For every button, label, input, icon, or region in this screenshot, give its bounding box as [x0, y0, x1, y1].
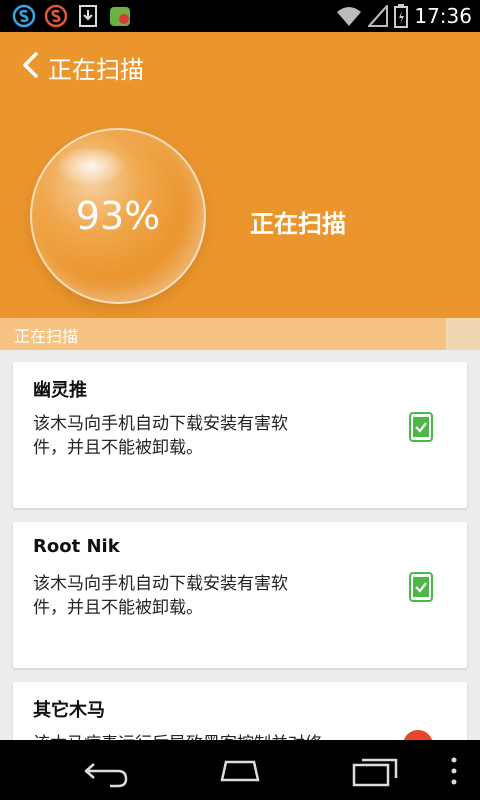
threat-card[interactable]: Root Nik 该木马向手机自动下载安装有害软 件，并且不能被卸载。	[13, 522, 467, 668]
progress-label: 正在扫描	[14, 327, 79, 346]
notification-icons	[12, 4, 132, 28]
s-app-icon	[12, 4, 36, 28]
desc-line: 该木马病毒运行后导致黑客控制并对修	[33, 732, 353, 740]
progress-percent: 93%	[75, 194, 161, 238]
threat-name: Root Nik	[33, 536, 120, 557]
threat-card[interactable]: 其它木马 该木马病毒运行后导致黑客控制并对修	[13, 682, 467, 740]
clock: 17:36	[414, 4, 472, 28]
back-icon[interactable]	[80, 754, 132, 788]
scan-progress-gauge: 93%	[30, 128, 206, 304]
threat-card[interactable]: 幽灵推 该木马向手机自动下载安装有害软 件，并且不能被卸载。	[13, 362, 467, 508]
threat-name: 其它木马	[33, 700, 105, 721]
wifi-icon	[337, 7, 362, 26]
page-title: 正在扫描	[48, 56, 144, 84]
safe-check-icon	[409, 572, 433, 602]
back-arrow-icon[interactable]	[18, 50, 44, 80]
threat-list[interactable]: 幽灵推 该木马向手机自动下载安装有害软 件，并且不能被卸载。 Root Nik …	[0, 350, 480, 740]
scan-progress-bar: 正在扫描	[0, 318, 480, 350]
desc-line: 该木马向手机自动下载安装有害软	[33, 574, 288, 594]
threat-name: 幽灵推	[33, 380, 87, 401]
desc-line: 件，并且不能被卸载。	[33, 438, 203, 458]
scan-header: 正在扫描 93% 正在扫描	[0, 32, 480, 318]
system-icons: 17:36	[336, 2, 472, 30]
download-icon	[79, 5, 97, 27]
signal-icon	[368, 5, 389, 27]
desc-line: 该木马向手机自动下载安装有害软	[33, 414, 288, 434]
home-icon[interactable]	[214, 754, 266, 788]
menu-icon[interactable]	[448, 754, 460, 788]
status-bar: 17:36	[0, 0, 480, 32]
desc-line: 件，并且不能被卸载。	[33, 598, 203, 618]
recent-apps-icon[interactable]	[350, 754, 402, 788]
scan-status-text: 正在扫描	[250, 210, 346, 238]
scanning-alert-icon	[403, 730, 433, 740]
threat-description: 该木马病毒运行后导致黑客控制并对修	[33, 732, 353, 740]
s-app-icon-red	[44, 4, 68, 28]
shield-app-icon	[110, 7, 130, 26]
threat-description: 该木马向手机自动下载安装有害软 件，并且不能被卸载。	[33, 412, 353, 460]
safe-check-icon	[409, 412, 433, 442]
navigation-bar	[0, 740, 480, 800]
battery-icon	[394, 4, 409, 28]
threat-description: 该木马向手机自动下载安装有害软 件，并且不能被卸载。	[33, 572, 353, 620]
